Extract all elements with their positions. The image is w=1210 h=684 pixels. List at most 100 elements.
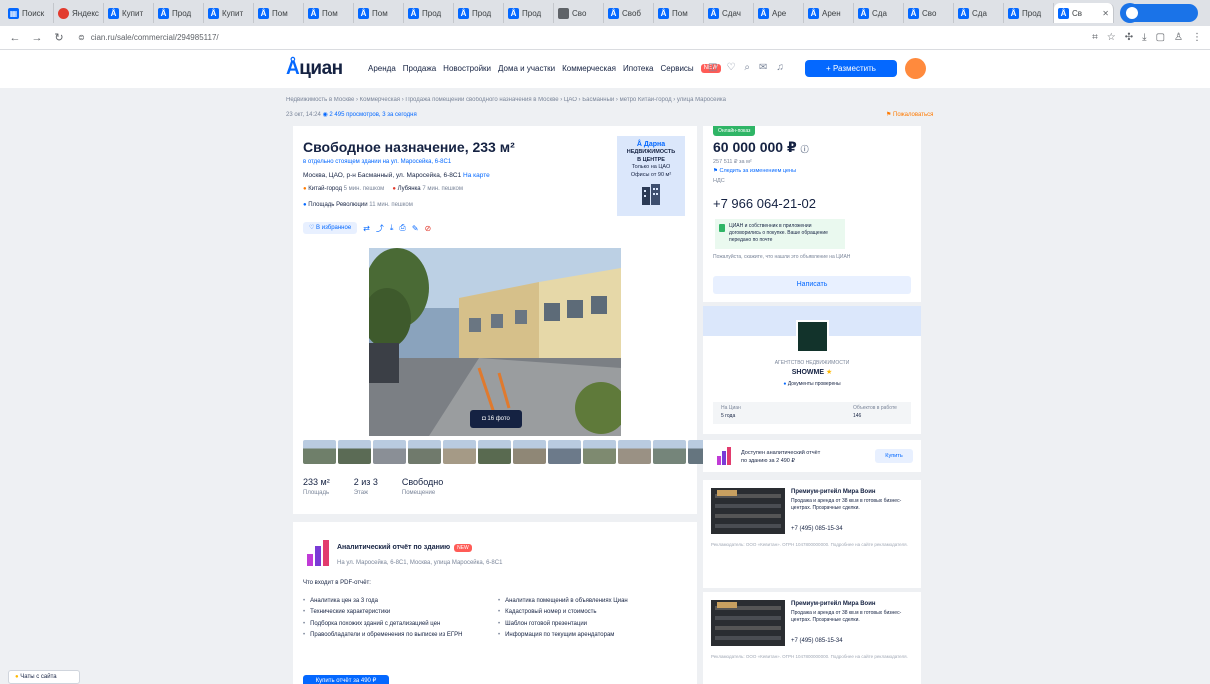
browser-tab[interactable]: Å Арен: [804, 3, 854, 23]
photo-thumbnail[interactable]: [653, 440, 686, 464]
price-info-icon[interactable]: ⓘ: [801, 145, 809, 154]
address-bar[interactable]: ⊜ cian.ru/sale/commercial/294985117/: [74, 29, 1074, 47]
photo-thumbnail[interactable]: [443, 440, 476, 464]
developer-line: НЕДВИЖИМОСТЬ: [626, 149, 676, 156]
nav-item[interactable]: Сервисы: [661, 64, 694, 73]
browser-tab[interactable]: Å Прод: [154, 3, 204, 23]
photo-thumbnail[interactable]: [513, 440, 546, 464]
nav-item[interactable]: Ипотека: [623, 64, 654, 73]
site-info-icon[interactable]: ⊜: [78, 33, 85, 42]
user-avatar[interactable]: [905, 58, 926, 79]
promo-phone[interactable]: +7 (495) 085-15-34: [791, 638, 843, 644]
browser-tab[interactable]: Å Сво: [904, 3, 954, 23]
note-icon[interactable]: ✎: [412, 224, 419, 233]
nav-item[interactable]: Новостройки: [443, 64, 491, 73]
photo-thumbnail[interactable]: [303, 440, 336, 464]
nav-item[interactable]: Коммерческая: [562, 64, 616, 73]
print-icon[interactable]: ⎙: [399, 223, 405, 233]
notifications-icon[interactable]: ♫: [776, 62, 784, 73]
nav-item[interactable]: Дома и участки: [498, 64, 555, 73]
browser-tab[interactable]: Сво: [554, 3, 604, 23]
downloads-icon[interactable]: ⤓: [1142, 32, 1146, 43]
download-icon[interactable]: ⤓: [390, 223, 394, 233]
buy-report-button[interactable]: Купить отчёт за 490 ₽: [303, 675, 389, 684]
complain-link[interactable]: ⚑ Пожаловаться: [886, 111, 933, 118]
metro-name[interactable]: Китай-город: [308, 186, 342, 192]
browser-tab[interactable]: Å Пом: [304, 3, 354, 23]
report-feature: Технические характеристики: [303, 607, 493, 618]
main-nav: Аренда Продажа Новостройки Дома и участки Ко…: [368, 64, 721, 73]
browser-tab[interactable]: Å Пом: [354, 3, 404, 23]
compare-icon[interactable]: ⇄: [363, 224, 370, 233]
agent-logo[interactable]: [796, 320, 829, 353]
breadcrumb[interactable]: Недвижимость в Москве › Коммерческая › П…: [286, 97, 926, 103]
browser-tab[interactable]: Å Прод: [504, 3, 554, 23]
browser-tab[interactable]: Å Купит: [104, 3, 154, 23]
browser-tab[interactable]: ▦ Поиск: [4, 3, 54, 23]
browser-tab[interactable]: Å Купит: [204, 3, 254, 23]
write-button[interactable]: Написать: [713, 276, 911, 294]
main-photo[interactable]: [369, 248, 621, 436]
promo-phone[interactable]: +7 (495) 085-15-34: [791, 526, 843, 532]
forward-icon[interactable]: →: [30, 32, 44, 44]
share-icon[interactable]: ⤴: [376, 223, 384, 234]
promo-title: Премиум-ритейл Мира Воин: [791, 489, 876, 495]
menu-icon[interactable]: ⋮: [1192, 32, 1202, 43]
metro-name[interactable]: Площадь Революции: [308, 202, 367, 208]
browser-tab[interactable]: Å Аре: [754, 3, 804, 23]
bookmark-star-icon[interactable]: ☆: [1107, 32, 1116, 43]
site-logo[interactable]: Åциан: [286, 58, 343, 80]
nav-item[interactable]: Продажа: [403, 64, 436, 73]
nav-item[interactable]: Аренда: [368, 64, 396, 73]
tab-title: Аре: [772, 8, 787, 18]
photo-thumbnail[interactable]: [548, 440, 581, 464]
photo-thumbnail[interactable]: [478, 440, 511, 464]
hide-icon[interactable]: ⊘: [425, 224, 432, 233]
tab-title: Сда: [972, 8, 987, 18]
browser-tab[interactable]: Å Пом: [654, 3, 704, 23]
photo-thumbnail[interactable]: [583, 440, 616, 464]
browser-tab[interactable]: Å Сда: [954, 3, 1004, 23]
browser-tab[interactable]: Å Сдач: [704, 3, 754, 23]
translate-icon[interactable]: ⌗: [1092, 32, 1098, 43]
photo-thumbnail[interactable]: [618, 440, 651, 464]
favorite-button[interactable]: ♡ В избранное: [303, 222, 358, 234]
browser-tab[interactable]: Яндекс: [54, 3, 104, 23]
photo-thumbnail[interactable]: [408, 440, 441, 464]
tab-favicon-icon: Å: [108, 7, 119, 19]
compare-icon[interactable]: ◫: [708, 62, 717, 73]
reload-icon[interactable]: ↻: [52, 31, 66, 44]
map-link[interactable]: На карте: [463, 172, 490, 179]
photo-count-button[interactable]: ◘ 16 фото: [470, 410, 522, 428]
agent-name[interactable]: SHOWME ★: [703, 368, 921, 376]
browser-tab[interactable]: Å Св ✕: [1054, 3, 1114, 23]
extensions-icon[interactable]: ✣: [1125, 32, 1133, 43]
listing-subtitle[interactable]: в отдельно стоящем здании на ул. Маросей…: [303, 159, 451, 165]
back-icon[interactable]: ←: [8, 32, 22, 44]
saved-search-icon[interactable]: ⌕: [744, 62, 750, 73]
browser-tab[interactable]: Å Пом: [254, 3, 304, 23]
browser-tab[interactable]: Å Прод: [454, 3, 504, 23]
promo-card[interactable]: Премиум-ритейл Мира Воин Продажа и аренда…: [703, 480, 921, 588]
chat-button[interactable]: ● Чаты с сайта: [8, 670, 80, 684]
promo-card[interactable]: Премиум-ритейл Мира Воин Продажа и аренда…: [703, 592, 921, 684]
follow-price-link[interactable]: ⚑ Следить за изменением цены: [713, 168, 796, 174]
account-icon[interactable]: ♙: [1174, 32, 1183, 43]
sidebar-icon[interactable]: ▢: [1156, 32, 1165, 43]
messages-icon[interactable]: ✉: [759, 62, 767, 73]
photo-thumbnail[interactable]: [338, 440, 371, 464]
browser-tab[interactable]: Å Прод: [1004, 3, 1054, 23]
favorites-icon[interactable]: ♡: [726, 62, 735, 73]
metro-name[interactable]: Лубянка: [398, 186, 421, 192]
tab-close-icon[interactable]: ✕: [1102, 9, 1109, 18]
listing-views[interactable]: 2 495 просмотров, 3 за сегодня: [329, 112, 416, 118]
browser-tab[interactable]: Å Сда: [854, 3, 904, 23]
phone-number[interactable]: +7 966 064-21-02: [713, 196, 816, 211]
ad-buy-button[interactable]: Купить: [875, 449, 913, 463]
browser-tab[interactable]: Å Своб: [604, 3, 654, 23]
post-listing-button[interactable]: + Разместить объявление: [805, 60, 897, 90]
browser-profile-button[interactable]: [1122, 4, 1198, 22]
photo-thumbnail[interactable]: [373, 440, 406, 464]
developer-banner[interactable]: Å Дарна НЕДВИЖИМОСТЬ В ЦЕНТРЕ Только на …: [617, 136, 685, 216]
browser-tab[interactable]: Å Прод: [404, 3, 454, 23]
